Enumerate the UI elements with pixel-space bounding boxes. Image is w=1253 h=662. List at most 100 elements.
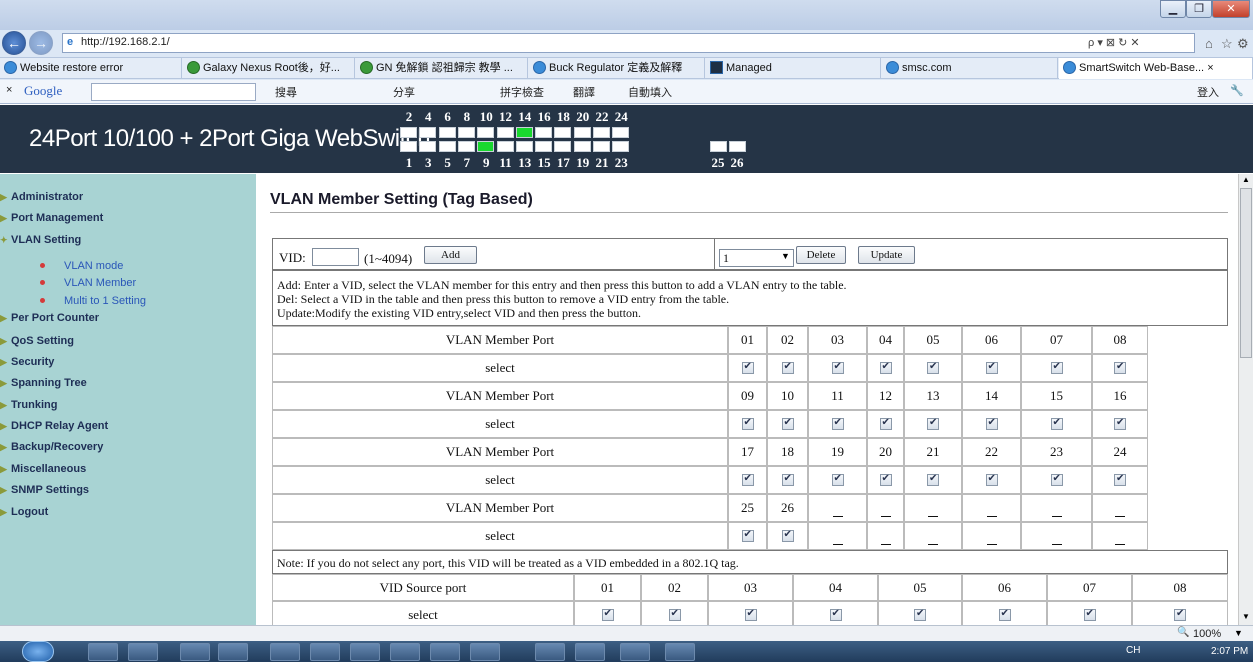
sidebar-item-port-management[interactable]: ▶ Port Management bbox=[0, 212, 103, 224]
taskbar-app-icon[interactable] bbox=[430, 643, 460, 661]
port-12-checkbox[interactable] bbox=[879, 417, 892, 430]
port-25-icon[interactable] bbox=[710, 141, 727, 152]
tab-smsc[interactable]: smsc.com bbox=[882, 58, 1058, 79]
port-1-icon[interactable] bbox=[400, 141, 417, 152]
port-16-icon[interactable] bbox=[535, 127, 553, 138]
port-26-checkbox[interactable] bbox=[781, 529, 794, 542]
sidebar-item-logout[interactable]: ▶ Logout bbox=[0, 506, 48, 518]
taskbar-app-icon[interactable] bbox=[390, 643, 420, 661]
port-18-checkbox[interactable] bbox=[781, 473, 794, 486]
scroll-up-icon[interactable]: ▲ bbox=[1242, 175, 1250, 184]
port-15-icon[interactable] bbox=[535, 141, 553, 152]
port-19-checkbox[interactable] bbox=[831, 473, 844, 486]
vertical-scrollbar[interactable]: ▲ ▼ bbox=[1238, 174, 1253, 625]
sidebar-subitem-vlan-mode[interactable]: VLAN mode bbox=[40, 260, 123, 272]
home-icon[interactable]: ⌂ bbox=[1205, 36, 1213, 51]
sidebar-item-administrator[interactable]: ▶ Administrator bbox=[0, 191, 83, 203]
maximize-button[interactable]: ❐ bbox=[1186, 0, 1212, 18]
tab-buck-regulator[interactable]: Buck Regulator 定義及解釋 bbox=[529, 58, 705, 79]
port-5-icon[interactable] bbox=[438, 141, 456, 152]
sidebar-item-dhcp-relay-agent[interactable]: ▶ DHCP Relay Agent bbox=[0, 420, 108, 432]
signin-button[interactable]: 登入 bbox=[1197, 84, 1219, 100]
autofill-button[interactable]: 自動填入 bbox=[628, 84, 672, 100]
port-26-icon[interactable] bbox=[729, 141, 746, 152]
port-4-icon[interactable] bbox=[419, 127, 437, 138]
port-13-checkbox[interactable] bbox=[927, 417, 939, 430]
port-13-icon[interactable] bbox=[515, 141, 533, 152]
sidebar-subitem-multi-to-1-setting[interactable]: Multi to 1 Setting bbox=[40, 295, 146, 307]
source-port-02-checkbox[interactable] bbox=[668, 608, 681, 621]
tab-smartswitch[interactable]: SmartSwitch Web-Base... × bbox=[1059, 58, 1253, 79]
port-22-icon[interactable] bbox=[593, 127, 610, 138]
taskbar-app-icon[interactable] bbox=[180, 643, 210, 661]
port-15-checkbox[interactable] bbox=[1050, 417, 1063, 430]
taskbar-app-icon[interactable] bbox=[128, 643, 158, 661]
close-tab-icon[interactable]: × bbox=[1207, 62, 1213, 74]
port-23-icon[interactable] bbox=[612, 141, 630, 152]
port-9-icon[interactable] bbox=[477, 141, 495, 152]
port-04-checkbox[interactable] bbox=[879, 361, 892, 374]
port-11-icon[interactable] bbox=[496, 141, 514, 152]
tab-website-restore[interactable]: Website restore error bbox=[0, 58, 182, 79]
sidebar-item-snmp-settings[interactable]: ▶ SNMP Settings bbox=[0, 484, 89, 496]
taskbar-app-icon[interactable] bbox=[575, 643, 605, 661]
port-23-checkbox[interactable] bbox=[1050, 473, 1063, 486]
port-05-checkbox[interactable] bbox=[927, 361, 939, 374]
taskbar-app-icon[interactable] bbox=[350, 643, 380, 661]
sidebar-item-security[interactable]: ▶ Security bbox=[0, 356, 54, 368]
vid-input[interactable] bbox=[312, 248, 359, 266]
port-19-icon[interactable] bbox=[573, 141, 591, 152]
taskbar-app-icon[interactable] bbox=[88, 643, 118, 661]
port-21-checkbox[interactable] bbox=[927, 473, 939, 486]
scroll-down-icon[interactable]: ▼ bbox=[1242, 612, 1250, 621]
language-indicator[interactable]: CH bbox=[1126, 645, 1140, 656]
sidebar-item-vlan-setting[interactable]: ✦ VLAN Setting bbox=[0, 234, 81, 246]
port-20-checkbox[interactable] bbox=[879, 473, 892, 486]
tab-gn-unlock[interactable]: GN 免解鎖 認祖歸宗 教學 ... bbox=[356, 58, 528, 79]
taskbar-app-icon[interactable] bbox=[310, 643, 340, 661]
source-port-05-checkbox[interactable] bbox=[914, 608, 926, 621]
taskbar-app-icon[interactable] bbox=[218, 643, 248, 661]
port-08-checkbox[interactable] bbox=[1114, 361, 1126, 374]
start-orb-icon[interactable] bbox=[22, 641, 54, 662]
port-10-icon[interactable] bbox=[477, 127, 495, 138]
port-21-icon[interactable] bbox=[593, 141, 610, 152]
taskbar-app-icon[interactable] bbox=[470, 643, 500, 661]
port-18-icon[interactable] bbox=[554, 127, 572, 138]
port-3-icon[interactable] bbox=[419, 141, 437, 152]
source-port-04-checkbox[interactable] bbox=[829, 608, 842, 621]
share-button[interactable]: 分享 bbox=[393, 84, 415, 100]
port-06-checkbox[interactable] bbox=[985, 361, 998, 374]
zoom-icon[interactable]: 🔍 bbox=[1177, 627, 1189, 638]
taskbar-app-icon[interactable] bbox=[665, 643, 695, 661]
port-09-checkbox[interactable] bbox=[741, 417, 754, 430]
port-12-icon[interactable] bbox=[496, 127, 514, 138]
port-20-icon[interactable] bbox=[573, 127, 591, 138]
port-25-checkbox[interactable] bbox=[741, 529, 754, 542]
sidebar-item-miscellaneous[interactable]: ▶ Miscellaneous bbox=[0, 463, 86, 475]
sidebar-subitem-vlan-member[interactable]: VLAN Member bbox=[40, 277, 136, 289]
port-01-checkbox[interactable] bbox=[741, 361, 754, 374]
port-03-checkbox[interactable] bbox=[831, 361, 844, 374]
taskbar-app-icon[interactable] bbox=[535, 643, 565, 661]
source-port-06-checkbox[interactable] bbox=[998, 608, 1011, 621]
source-port-03-checkbox[interactable] bbox=[744, 608, 757, 621]
port-24-checkbox[interactable] bbox=[1114, 473, 1126, 486]
minimize-button[interactable]: ▁ bbox=[1160, 0, 1186, 18]
tab-galaxy-nexus[interactable]: Galaxy Nexus Root後，好... bbox=[183, 58, 355, 79]
clock[interactable]: 2:07 PM bbox=[1211, 646, 1248, 657]
port-16-checkbox[interactable] bbox=[1114, 417, 1126, 430]
source-port-07-checkbox[interactable] bbox=[1083, 608, 1096, 621]
port-14-checkbox[interactable] bbox=[985, 417, 998, 430]
forward-icon[interactable]: → bbox=[29, 31, 53, 55]
sidebar-item-backup-recovery[interactable]: ▶ Backup/Recovery bbox=[0, 441, 103, 453]
address-actions-icons[interactable]: ρ ▾ ⊠ ↻ ✕ bbox=[1088, 36, 1140, 49]
vid-select[interactable]: 1 ▼ bbox=[719, 249, 794, 267]
port-17-icon[interactable] bbox=[554, 141, 572, 152]
address-bar[interactable]: e http://192.168.2.1/ ρ ▾ ⊠ ↻ ✕ bbox=[62, 33, 1195, 53]
update-button[interactable]: Update bbox=[858, 246, 915, 264]
sidebar-item-per-port-counter[interactable]: ▶ Per Port Counter bbox=[0, 312, 99, 324]
port-24-icon[interactable] bbox=[612, 127, 630, 138]
sidebar-item-trunking[interactable]: ▶ Trunking bbox=[0, 399, 57, 411]
add-button[interactable]: Add bbox=[424, 246, 477, 264]
